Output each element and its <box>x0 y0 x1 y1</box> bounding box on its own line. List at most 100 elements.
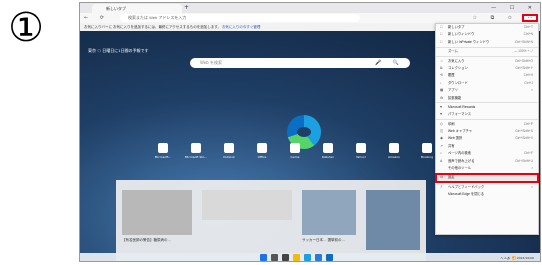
menu-item[interactable]: □ 新しいウィンドウ Ctrl+N <box>436 31 538 38</box>
quick-link-icon <box>257 143 267 153</box>
menu-item-label: 印刷 <box>448 121 455 126</box>
news-feed: 【有名医師の警告】糖尿病の… サッカー日本… 選挙前の… <box>116 180 426 261</box>
toolbar-icons[interactable]: ☆ ⧉ ✩ <box>473 13 518 23</box>
quick-link-label: Booking <box>420 155 434 159</box>
menu-item-shortcut: Ctrl+Shift+Y <box>515 65 533 70</box>
menu-item[interactable]: ⧉ コレクション Ctrl+Shift+Y <box>436 65 538 72</box>
feed-card-image[interactable] <box>366 190 420 250</box>
window-controls[interactable]: — ☐ ✕ <box>491 3 538 13</box>
quick-link-icon <box>224 143 234 153</box>
menu-item-icon: ? <box>440 184 442 189</box>
taskbar-icons <box>260 254 333 261</box>
menu-item-shortcut: Ctrl+Shift+U <box>515 158 533 163</box>
task-view-icon[interactable] <box>282 254 289 261</box>
system-tray[interactable]: ヘ A 🔊 📶 2023/10/06 <box>500 253 534 261</box>
quick-link-label: Game <box>290 155 300 159</box>
menu-item[interactable]: ズーム — 100% + ⤢ <box>436 48 538 55</box>
menu-item-shortcut: Ctrl+F <box>523 151 533 156</box>
mail-icon[interactable] <box>326 254 333 261</box>
quick-link[interactable]: Outlook <box>216 143 242 163</box>
menu-item[interactable]: ♥ パフォーマンス <box>436 111 538 118</box>
menu-item[interactable]: ◫ Web キャプチャ Ctrl+Shift+S <box>436 128 538 135</box>
quick-link[interactable]: Yahoo! <box>348 143 374 163</box>
menu-item-icon: ⚙ <box>440 95 444 100</box>
menu-item-icon: ↗ <box>440 143 443 148</box>
quick-link-label: Yahoo! <box>355 155 367 159</box>
quick-link-icon <box>323 143 333 153</box>
browser-screenshot: 新しいタブ + — ☐ ✕ ← ⟳ 検索または Web アドレスを入力 ☆ ⧉ … <box>79 2 541 262</box>
menu-item-label: ヘルプとフィードバック <box>448 184 485 189</box>
menu-item[interactable]: ▦ アプリ > <box>436 87 538 94</box>
menu-item-shortcut: Ctrl+Shift+N <box>515 39 533 44</box>
feed-headline[interactable]: サッカー日本… 選挙前の… <box>302 238 345 243</box>
menu-item-icon: ⟲ <box>440 73 443 78</box>
quick-link-icon <box>290 143 300 153</box>
menu-item[interactable]: ⎙ 印刷 Ctrl+P <box>436 121 538 128</box>
infobar-link[interactable]: お気に入りの今すぐ管理 <box>222 25 261 29</box>
menu-item[interactable]: ↗ 共有 <box>436 143 538 150</box>
menu-item-settings[interactable]: ⚙ 設定 <box>435 173 539 183</box>
menu-item-icon: ◉ <box>440 136 444 141</box>
menu-item-icon: □ <box>440 25 443 29</box>
quick-link[interactable]: Office <box>249 143 275 163</box>
quick-link[interactable]: Game <box>282 143 308 163</box>
menu-item-label: 履歴 <box>448 73 455 78</box>
menu-item-label: Microsoft Edge を閉じる <box>448 192 485 197</box>
edge-icon[interactable] <box>304 254 311 261</box>
web-search-input[interactable]: Web を検索 🎤 🔍 <box>190 58 410 68</box>
quick-links: Microsoft... Microsoft Sto... Outlook Of… <box>150 143 440 163</box>
settings-menu: □ 新しいタブ Ctrl+T □ 新しいウィンドウ Ctrl+N □ 新しい InPrivat… <box>435 23 539 235</box>
menu-item-label: Web キャプチャ <box>448 129 473 134</box>
tab-new[interactable]: 新しいタブ <box>92 4 182 13</box>
menu-item[interactable]: ? ヘルプとフィードバック > <box>436 184 538 191</box>
menu-item-label: 新しいウィンドウ <box>448 32 475 37</box>
url-input[interactable]: 検索または Web アドレスを入力 <box>120 14 360 22</box>
menu-item[interactable]: □ 新しい InPrivate ウィンドウ Ctrl+Shift+N <box>436 39 538 46</box>
menu-item-shortcut: Ctrl+T <box>523 25 533 29</box>
menu-item-icon: ♥ <box>440 112 443 117</box>
quick-link[interactable]: Amazon <box>381 143 407 163</box>
search-icon[interactable] <box>271 254 278 261</box>
new-tab-button[interactable]: + <box>184 4 189 12</box>
start-icon[interactable] <box>260 254 267 261</box>
quick-link[interactable]: Microsoft Sto... <box>183 143 209 163</box>
menu-item-shortcut: — 100% + ⤢ <box>513 49 533 54</box>
menu-item[interactable]: その他のツール > <box>436 165 538 172</box>
address-bar: ← ⟳ 検索または Web アドレスを入力 ☆ ⧉ ✩ ··· <box>80 13 540 23</box>
menu-item-icon: A <box>440 158 443 163</box>
feed-card-image[interactable] <box>302 190 356 235</box>
quick-link[interactable]: Rakuten <box>315 143 341 163</box>
menu-item[interactable]: ⌕ ページ内の検索 Ctrl+F <box>436 150 538 157</box>
menu-item[interactable]: ⟲ 履歴 Ctrl+H <box>436 72 538 79</box>
quick-link-icon <box>191 143 201 153</box>
folder-icon[interactable] <box>293 254 300 261</box>
search-icon[interactable]: 🎤 🔍 <box>375 58 404 68</box>
menu-item[interactable]: Microsoft Edge を閉じる <box>436 191 538 198</box>
search-placeholder: Web を検索 <box>200 60 222 65</box>
menu-item[interactable]: ☆ お気に入り Ctrl+Shift+O <box>436 58 538 65</box>
quick-link-label: Microsoft... <box>154 155 172 159</box>
menu-item[interactable]: ♥ Microsoft Rewards <box>436 104 538 111</box>
settings-and-more-button[interactable]: ··· <box>522 14 538 22</box>
menu-item-icon: ⎙ <box>440 121 443 126</box>
menu-item[interactable]: ◉ Web 選択 Ctrl+Shift+X <box>436 135 538 142</box>
menu-item-shortcut: > <box>531 184 533 189</box>
quick-link[interactable]: Microsoft... <box>150 143 176 163</box>
menu-item-shortcut: Ctrl+J <box>524 80 533 85</box>
menu-item[interactable]: ↓ ダウンロード Ctrl+J <box>436 80 538 87</box>
quick-link-icon <box>422 143 432 153</box>
menu-item-label: 音声で読み上げる <box>448 158 475 163</box>
menu-item-shortcut: > <box>531 166 533 171</box>
nav-buttons[interactable]: ← ⟳ <box>84 13 109 23</box>
menu-item-icon: ⌕ <box>440 151 442 156</box>
menu-item-icon: ▦ <box>440 88 444 93</box>
menu-item[interactable]: ⚙ 拡張機能 <box>436 95 538 102</box>
menu-item[interactable]: □ 新しいタブ Ctrl+T <box>436 24 538 31</box>
menu-item[interactable]: A 音声で読み上げる Ctrl+Shift+U <box>436 158 538 165</box>
store-icon[interactable] <box>315 254 322 261</box>
feed-card-image[interactable] <box>122 190 192 235</box>
feed-headline[interactable]: 【有名医師の警告】糖尿病の… <box>122 238 171 243</box>
feed-card-image[interactable] <box>202 190 292 220</box>
quick-link-icon <box>356 143 366 153</box>
quick-link-icon <box>389 143 399 153</box>
